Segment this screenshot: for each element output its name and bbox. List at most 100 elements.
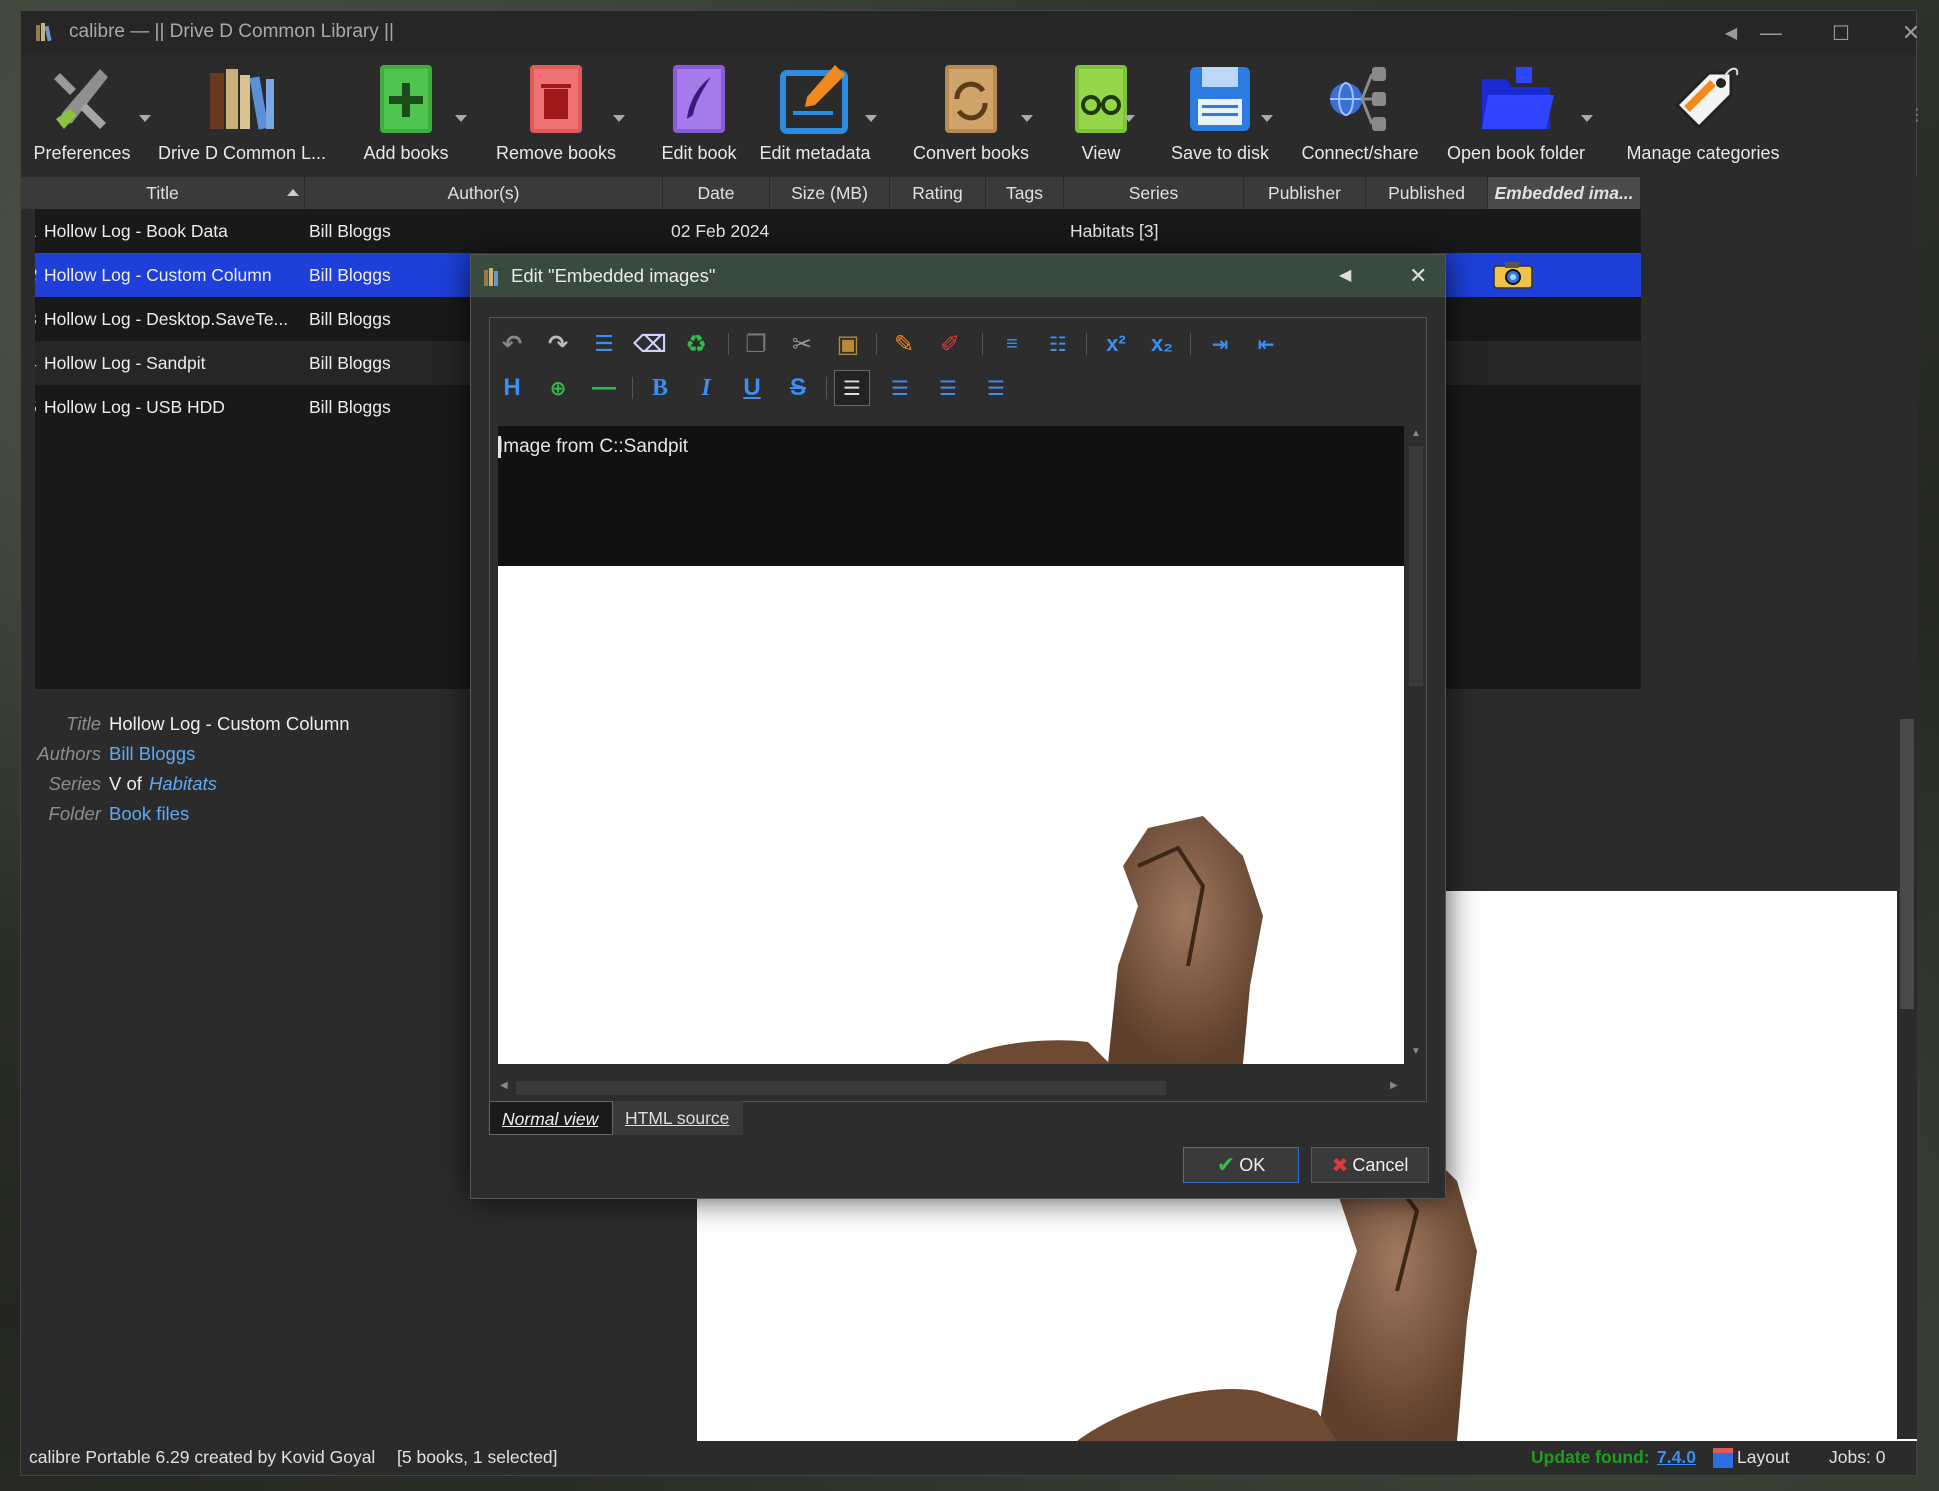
edit-book-icon (673, 65, 725, 133)
manage-categories-button[interactable]: Manage categories (1603, 59, 1803, 173)
layout-button[interactable]: Layout (1737, 1447, 1790, 1468)
strikethrough-icon[interactable]: S (780, 370, 816, 406)
edit-metadata-dropdown-icon[interactable] (865, 115, 877, 122)
underline-icon[interactable]: U (734, 370, 770, 406)
column-header-rating[interactable]: Rating (890, 177, 986, 209)
remove-books-dropdown-icon[interactable] (613, 115, 625, 122)
view-dropdown-icon[interactable] (1123, 115, 1135, 122)
paste-icon[interactable]: ▣ (830, 326, 866, 362)
select-all-icon[interactable]: ☰ (586, 326, 622, 362)
close-button[interactable]: ✕ (1881, 11, 1939, 55)
library-button[interactable]: Drive D Common L... (158, 59, 326, 173)
preferences-button[interactable]: Preferences (27, 59, 137, 173)
details-scrollbar[interactable] (1897, 689, 1917, 1439)
details-series-link[interactable]: Habitats (149, 773, 217, 795)
insert-link-icon[interactable]: ⊕ (540, 370, 576, 406)
column-header-date[interactable]: Date (663, 177, 770, 209)
tab-html-source[interactable]: HTML source (613, 1101, 743, 1135)
editor-content-area[interactable]: Image from C::Sandpit (498, 426, 1404, 1064)
camera-icon (1493, 262, 1533, 289)
numbered-list-icon[interactable]: ≡ (994, 326, 1030, 362)
editor-vertical-scrollbar[interactable]: ▲ ▼ (1406, 426, 1426, 1066)
column-tags-label: Tags (1006, 183, 1043, 203)
indent-icon[interactable]: ⇥ (1202, 326, 1238, 362)
column-header-tags[interactable]: Tags (986, 177, 1064, 209)
ok-label: OK (1239, 1154, 1266, 1175)
editor-hscroll-thumb[interactable] (516, 1081, 1166, 1095)
column-header-series[interactable]: Series (1064, 177, 1244, 209)
column-header-size[interactable]: Size (MB) (770, 177, 890, 209)
column-header-authors[interactable]: Author(s) (305, 177, 663, 209)
column-header-publisher[interactable]: Publisher (1244, 177, 1366, 209)
library-label: Drive D Common L... (157, 143, 327, 163)
tab-normal-view-label: Normal view (502, 1109, 599, 1129)
add-books-dropdown-icon[interactable] (455, 115, 467, 122)
align-center-icon[interactable]: ☰ (882, 370, 918, 406)
editor-horizontal-scrollbar[interactable]: ◀ ▶ (498, 1078, 1406, 1098)
tab-normal-view[interactable]: Normal view (489, 1101, 613, 1135)
update-version-link[interactable]: 7.4.0 (1657, 1447, 1696, 1468)
copy-icon[interactable]: ❐ (738, 326, 774, 362)
details-authors-link[interactable]: Bill Bloggs (109, 743, 195, 765)
scroll-up-icon[interactable]: ▲ (1411, 428, 1421, 439)
save-to-disk-dropdown-icon[interactable] (1261, 115, 1273, 122)
highlight-color-icon[interactable]: ✐ (932, 326, 968, 362)
embedded-image[interactable] (498, 566, 1404, 1064)
toolbar-overflow-icon[interactable]: ⋮ (1909, 105, 1925, 125)
open-book-folder-dropdown-icon[interactable] (1581, 115, 1593, 122)
justify-icon[interactable]: ☰ (978, 370, 1014, 406)
align-right-icon[interactable]: ☰ (930, 370, 966, 406)
cell-author: Bill Bloggs (309, 309, 391, 329)
convert-books-dropdown-icon[interactable] (1021, 115, 1033, 122)
superscript-icon[interactable]: x² (1098, 326, 1134, 362)
remove-books-button[interactable]: Remove books (481, 59, 631, 173)
connect-share-button[interactable]: Connect/share (1285, 59, 1435, 173)
add-books-button[interactable]: Add books (351, 59, 461, 173)
toolbar-separator (728, 333, 729, 355)
column-header-title[interactable]: Title (21, 177, 305, 209)
view-button[interactable]: View (1041, 59, 1161, 173)
subscript-icon[interactable]: x₂ (1144, 326, 1180, 362)
save-to-disk-icon (1190, 67, 1250, 131)
scroll-left-icon[interactable]: ◀ (500, 1080, 508, 1091)
dialog-close-button[interactable]: ✕ (1409, 263, 1427, 289)
library-icon (210, 69, 274, 130)
bold-icon[interactable]: B (642, 370, 678, 406)
jobs-indicator[interactable]: Jobs: 0 (1829, 1447, 1885, 1468)
outdent-icon[interactable]: ⇤ (1248, 326, 1284, 362)
column-header-published[interactable]: Published (1366, 177, 1488, 209)
italic-icon[interactable]: I (688, 370, 724, 406)
dialog-collapse-icon[interactable]: ◀ (1339, 265, 1351, 285)
add-books-label: Add books (363, 143, 449, 163)
align-left-icon[interactable]: ☰ (834, 370, 870, 406)
minimize-button[interactable]: — (1741, 11, 1801, 55)
preferences-dropdown-icon[interactable] (139, 115, 151, 122)
table-row[interactable]: 1 Hollow Log - Book Data Bill Bloggs 02 … (21, 209, 1641, 253)
scroll-right-icon[interactable]: ▶ (1390, 1080, 1398, 1091)
bullet-list-icon[interactable]: ☷ (1040, 326, 1076, 362)
cancel-button[interactable]: ✖ Cancel (1311, 1147, 1429, 1183)
column-series-label: Series (1128, 183, 1179, 203)
details-scrollbar-thumb[interactable] (1900, 719, 1914, 1009)
heading-icon[interactable]: H (494, 370, 530, 406)
cut-icon[interactable]: ✂ (784, 326, 820, 362)
redo-icon[interactable]: ↷ (540, 326, 576, 362)
maximize-button[interactable]: ☐ (1811, 11, 1871, 55)
window-title: calibre — || Drive D Common Library || (69, 21, 394, 42)
details-folder-link[interactable]: Book files (109, 803, 189, 825)
remove-books-label: Remove books (495, 143, 617, 163)
column-header-embedded-images[interactable]: Embedded ima... (1488, 177, 1641, 209)
text-color-icon[interactable]: ✎ (886, 326, 922, 362)
scroll-down-icon[interactable]: ▼ (1411, 1046, 1421, 1057)
title-bar: calibre — || Drive D Common Library || ◀… (21, 11, 1920, 55)
cell-title: Hollow Log - Book Data (44, 221, 228, 241)
clear-formatting-icon[interactable]: ⌫ (632, 326, 668, 362)
ok-button[interactable]: ✔ OK (1183, 1147, 1299, 1183)
table-empty-area (1641, 177, 1918, 689)
horizontal-rule-icon[interactable]: — (586, 370, 622, 406)
recycle-icon[interactable]: ♻ (678, 326, 714, 362)
undo-icon[interactable]: ↶ (494, 326, 530, 362)
row-number-gutter (21, 209, 35, 689)
editor-scroll-thumb[interactable] (1409, 446, 1423, 686)
editor-text: Image from C::Sandpit (498, 436, 689, 457)
